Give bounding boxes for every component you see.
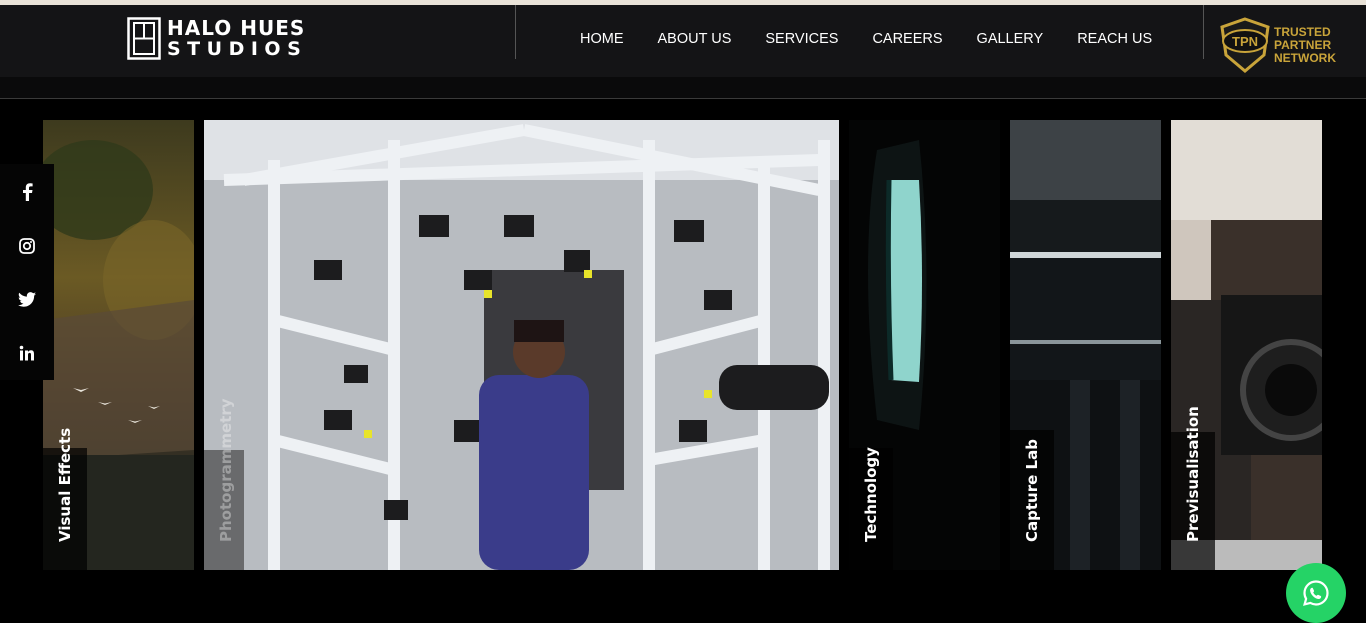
panel-capture-lab[interactable]: Capture Lab bbox=[1010, 120, 1161, 570]
header-subbar bbox=[0, 77, 1366, 99]
panel-label-box: Photogrammetry bbox=[204, 399, 248, 570]
panel-label-previsualisation: Previsualisation bbox=[1184, 406, 1202, 542]
instagram-icon[interactable] bbox=[17, 236, 37, 256]
panel-label-box: Technology bbox=[849, 447, 893, 570]
site-header: HALO HUES STUDIOS HOME ABOUT US SERVICES… bbox=[0, 5, 1366, 77]
main-nav: HOME ABOUT US SERVICES CAREERS GALLERY R… bbox=[580, 31, 1186, 47]
panel-label-photogrammetry: Photogrammetry bbox=[217, 398, 235, 543]
panel-previsualisation[interactable]: Previsualisation bbox=[1171, 120, 1322, 570]
facebook-icon[interactable] bbox=[17, 182, 37, 202]
panel-photogrammetry[interactable]: Photogrammetry bbox=[204, 120, 839, 570]
panel-label-capture-lab: Capture Lab bbox=[1023, 439, 1041, 542]
logo-mark-icon bbox=[127, 16, 161, 60]
panel-technology[interactable]: Technology bbox=[849, 120, 1000, 570]
header-divider-left bbox=[515, 5, 516, 59]
nav-careers[interactable]: CAREERS bbox=[872, 31, 942, 47]
brand-name-line2: STUDIOS bbox=[167, 37, 308, 60]
nav-reach-us[interactable]: REACH US bbox=[1077, 31, 1152, 47]
panel-label-technology: Technology bbox=[862, 447, 880, 542]
social-sidebar bbox=[0, 164, 54, 380]
tpn-shield-icon: TPN bbox=[1220, 17, 1270, 73]
nav-about-us[interactable]: ABOUT US bbox=[658, 31, 732, 47]
panel-label-box: Previsualisation bbox=[1171, 406, 1215, 570]
tpn-monogram: TPN bbox=[1232, 34, 1258, 49]
panel-label-box: Capture Lab bbox=[1010, 430, 1054, 570]
header-divider-right bbox=[1203, 5, 1204, 59]
tpn-badge[interactable]: TPN TRUSTED PARTNER NETWORK bbox=[1218, 17, 1348, 73]
photogrammetry-image bbox=[204, 120, 839, 570]
tpn-line3: NETWORK bbox=[1274, 51, 1336, 65]
whatsapp-icon bbox=[1303, 580, 1329, 606]
panel-visual-effects[interactable]: Visual Effects bbox=[43, 120, 194, 570]
brand-logo[interactable]: HALO HUES STUDIOS bbox=[127, 16, 332, 60]
brand-name-line1: HALO HUES bbox=[167, 15, 306, 40]
linkedin-icon[interactable] bbox=[17, 343, 37, 363]
nav-services[interactable]: SERVICES bbox=[765, 31, 838, 47]
panel-label-visual-effects: Visual Effects bbox=[56, 427, 74, 542]
panel-label-box: Visual Effects bbox=[43, 428, 87, 570]
nav-gallery[interactable]: GALLERY bbox=[977, 31, 1044, 47]
twitter-icon[interactable] bbox=[17, 289, 37, 309]
nav-home[interactable]: HOME bbox=[580, 31, 624, 47]
whatsapp-button[interactable] bbox=[1286, 563, 1346, 623]
